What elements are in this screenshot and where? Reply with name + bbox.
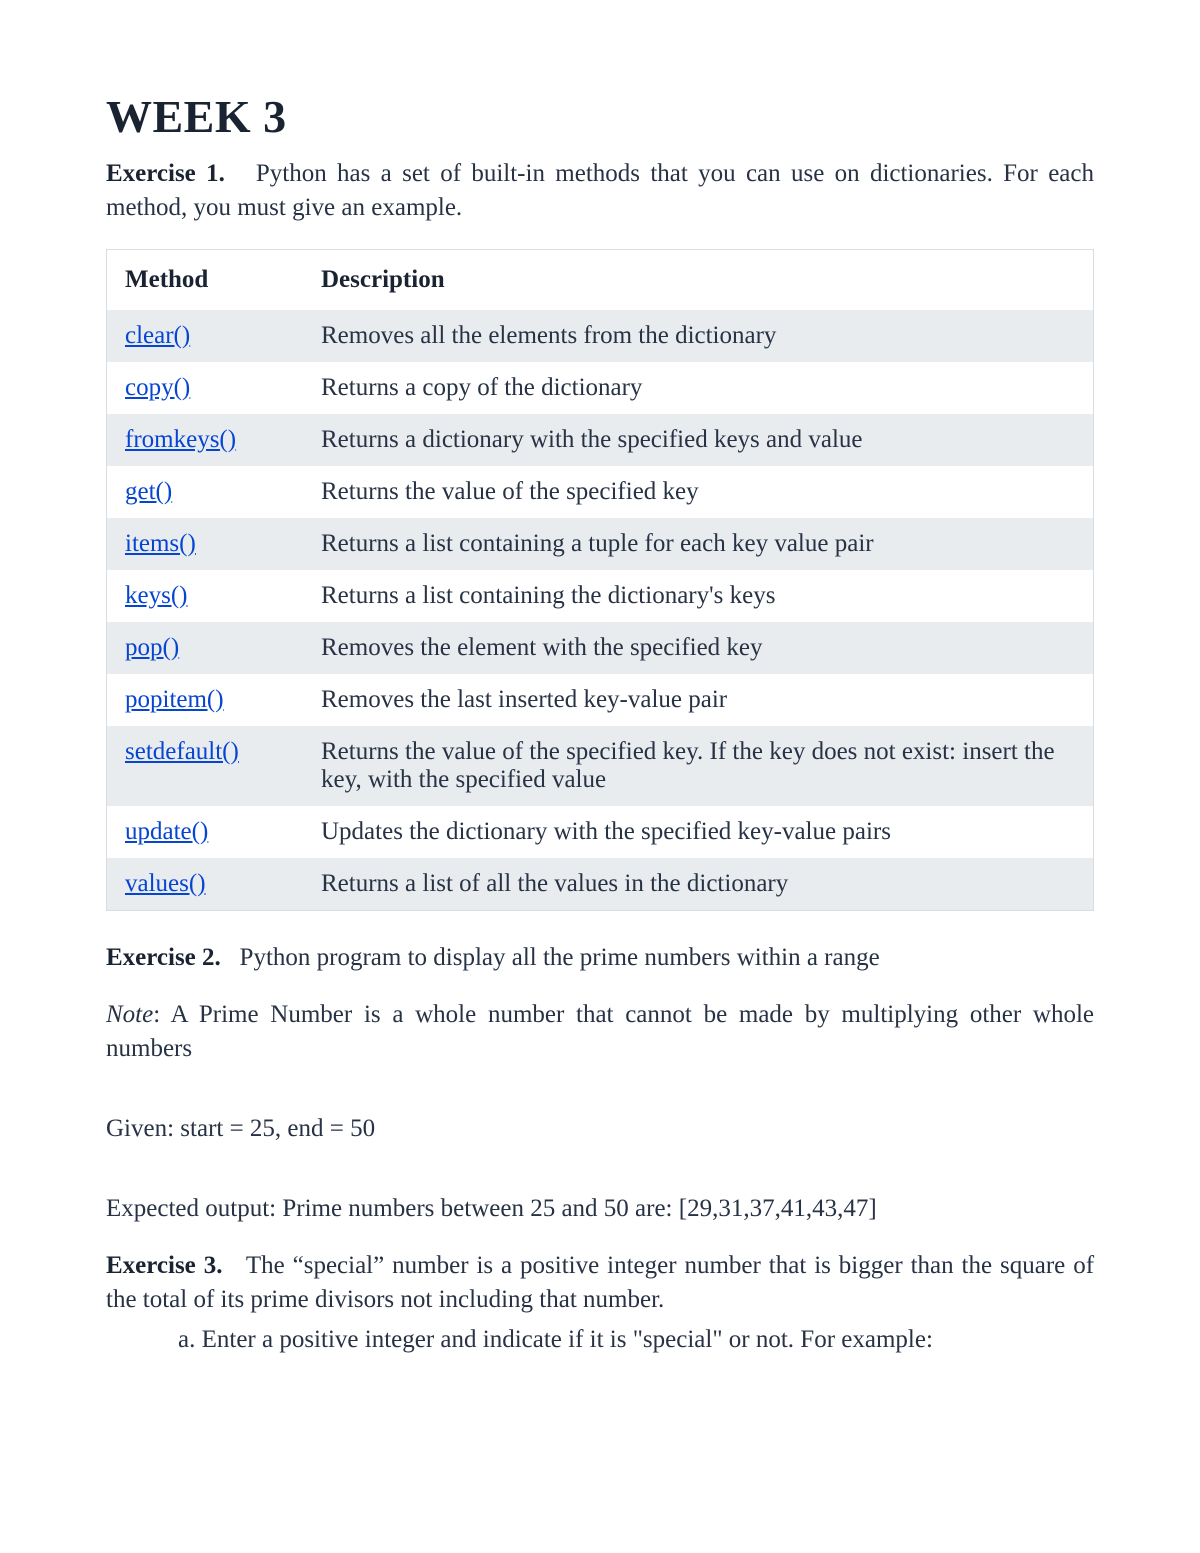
- description-cell: Removes the last inserted key-value pair: [303, 674, 1093, 726]
- method-link[interactable]: values(): [125, 870, 206, 897]
- description-cell: Returns the value of the specified key. …: [303, 726, 1093, 806]
- method-link[interactable]: popitem(): [125, 686, 224, 713]
- method-link[interactable]: copy(): [125, 374, 190, 401]
- table-row: setdefault() Returns the value of the spe…: [107, 726, 1093, 806]
- exercise-3-item-a: a. Enter a positive integer and indicate…: [178, 1323, 1094, 1357]
- exercise-1-label: Exercise 1.: [106, 160, 225, 187]
- exercise-2-text: Python program to display all the prime …: [240, 944, 880, 971]
- methods-table: Method Description clear() Removes all th…: [107, 250, 1093, 910]
- method-link[interactable]: update(): [125, 818, 208, 845]
- exercise-1-paragraph: Exercise 1. Python has a set of built-in…: [106, 157, 1094, 225]
- exercise-2-note-text: : A Prime Number is a whole number that …: [106, 1001, 1094, 1062]
- exercise-2-paragraph: Exercise 2. Python program to display al…: [106, 941, 1094, 975]
- table-row: update() Updates the dictionary with the …: [107, 806, 1093, 858]
- method-cell: popitem(): [107, 674, 303, 726]
- exercise-3-paragraph: Exercise 3. The “special” number is a po…: [106, 1249, 1094, 1317]
- method-cell: clear(): [107, 310, 303, 362]
- method-link[interactable]: setdefault(): [125, 738, 239, 765]
- spacer: [106, 1090, 1094, 1112]
- spacer: [106, 1170, 1094, 1192]
- exercise-2-given: Given: start = 25, end = 50: [106, 1112, 1094, 1146]
- method-link[interactable]: keys(): [125, 582, 187, 609]
- table-row: pop() Removes the element with the specif…: [107, 622, 1093, 674]
- method-cell: pop(): [107, 622, 303, 674]
- table-row: fromkeys() Returns a dictionary with the …: [107, 414, 1093, 466]
- method-cell: values(): [107, 858, 303, 910]
- exercise-2-note-label: Note: [106, 1001, 153, 1028]
- exercise-3-label: Exercise 3.: [106, 1252, 222, 1279]
- method-cell: get(): [107, 466, 303, 518]
- method-cell: items(): [107, 518, 303, 570]
- table-row: values() Returns a list of all the values…: [107, 858, 1093, 910]
- method-cell: keys(): [107, 570, 303, 622]
- exercise-2-expected: Expected output: Prime numbers between 2…: [106, 1192, 1094, 1226]
- document-page: WEEK 3 Exercise 1. Python has a set of b…: [0, 0, 1200, 1553]
- description-cell: Returns a list of all the values in the …: [303, 858, 1093, 910]
- exercise-2-label: Exercise 2.: [106, 944, 221, 971]
- method-cell: setdefault(): [107, 726, 303, 806]
- header-method: Method: [107, 250, 303, 310]
- description-cell: Updates the dictionary with the specifie…: [303, 806, 1093, 858]
- method-cell: update(): [107, 806, 303, 858]
- methods-table-container: Method Description clear() Removes all th…: [106, 249, 1094, 911]
- exercise-2-note: Note: A Prime Number is a whole number t…: [106, 998, 1094, 1066]
- method-cell: fromkeys(): [107, 414, 303, 466]
- method-link[interactable]: items(): [125, 530, 196, 557]
- method-cell: copy(): [107, 362, 303, 414]
- method-link[interactable]: get(): [125, 478, 172, 505]
- method-link[interactable]: fromkeys(): [125, 426, 236, 453]
- description-cell: Returns a dictionary with the specified …: [303, 414, 1093, 466]
- table-row: clear() Removes all the elements from the…: [107, 310, 1093, 362]
- header-description: Description: [303, 250, 1093, 310]
- description-cell: Returns a list containing a tuple for ea…: [303, 518, 1093, 570]
- exercise-1-text: Python has a set of built-in methods tha…: [106, 160, 1094, 221]
- description-cell: Removes all the elements from the dictio…: [303, 310, 1093, 362]
- description-cell: Returns a copy of the dictionary: [303, 362, 1093, 414]
- method-link[interactable]: pop(): [125, 634, 179, 661]
- table-row: get() Returns the value of the specified …: [107, 466, 1093, 518]
- method-link[interactable]: clear(): [125, 322, 190, 349]
- description-cell: Returns the value of the specified key: [303, 466, 1093, 518]
- table-row: keys() Returns a list containing the dict…: [107, 570, 1093, 622]
- page-title: WEEK 3: [106, 90, 1094, 143]
- table-header-row: Method Description: [107, 250, 1093, 310]
- table-row: copy() Returns a copy of the dictionary: [107, 362, 1093, 414]
- table-row: popitem() Removes the last inserted key-v…: [107, 674, 1093, 726]
- exercise-3-text: The “special” number is a positive integ…: [106, 1252, 1094, 1313]
- description-cell: Removes the element with the specified k…: [303, 622, 1093, 674]
- description-cell: Returns a list containing the dictionary…: [303, 570, 1093, 622]
- table-row: items() Returns a list containing a tuple…: [107, 518, 1093, 570]
- methods-table-body: clear() Removes all the elements from the…: [107, 310, 1093, 910]
